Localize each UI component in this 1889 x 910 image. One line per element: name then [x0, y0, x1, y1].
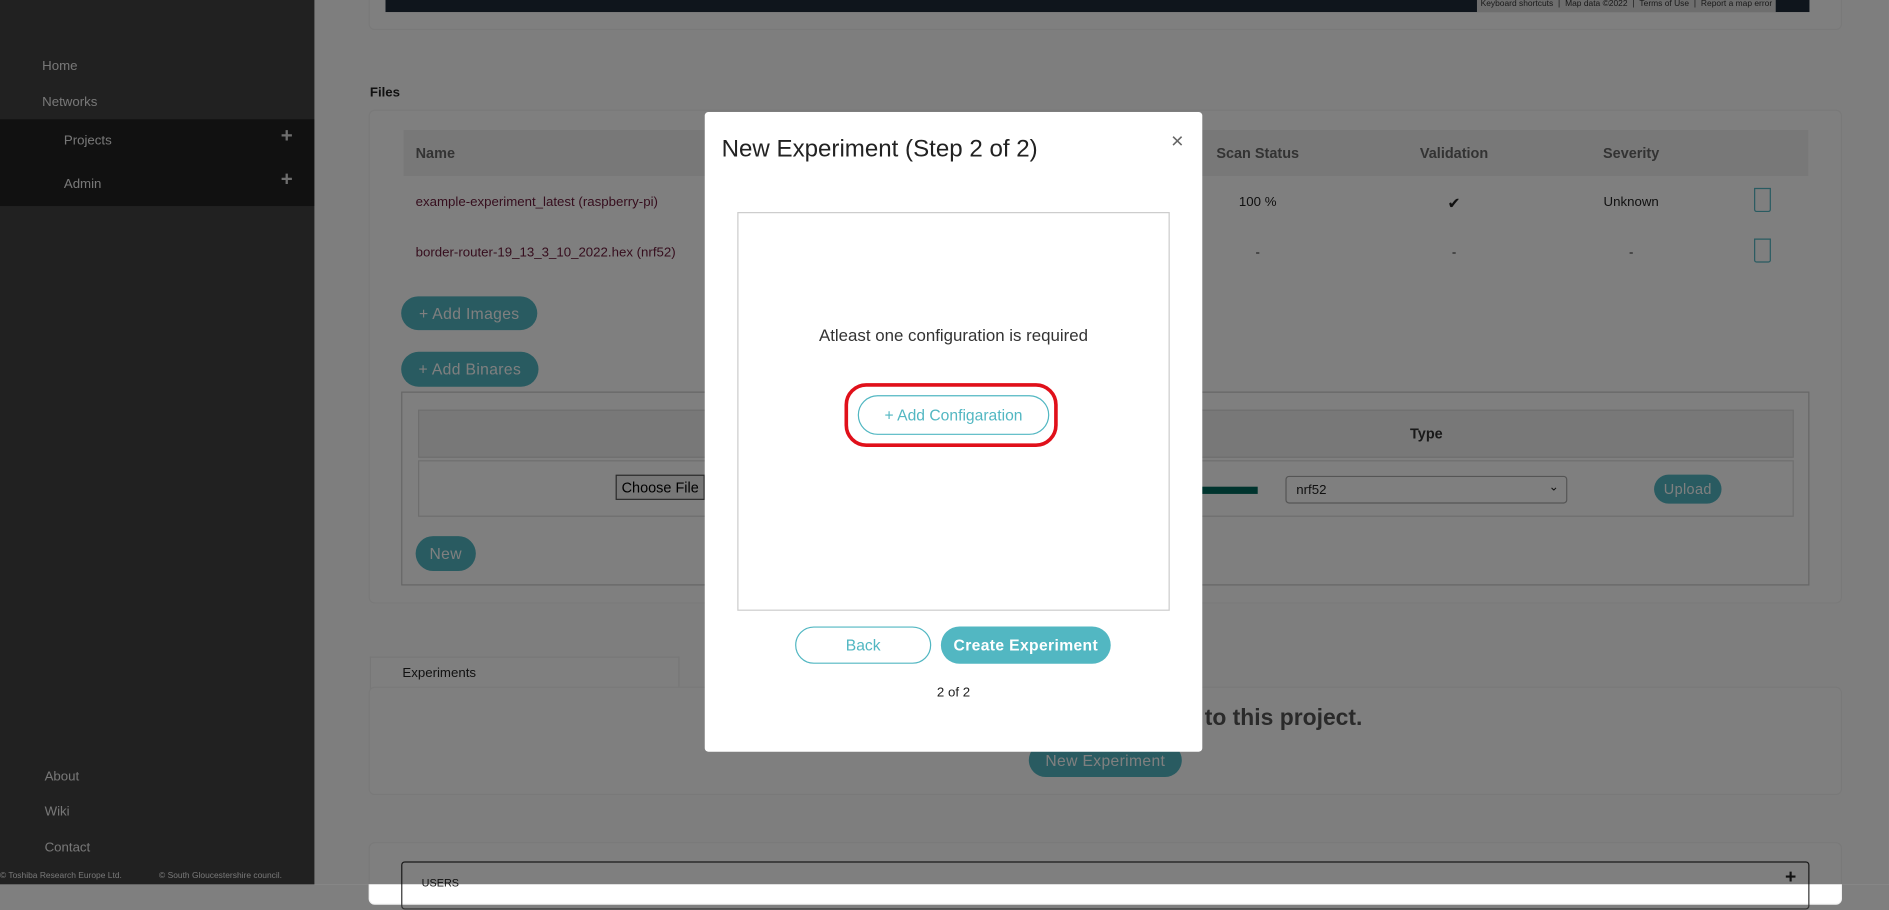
add-configuration-button[interactable]: + Add Configaration — [857, 395, 1050, 435]
config-required-message: Atleast one configuration is required — [818, 325, 1089, 345]
new-experiment-modal: New Experiment (Step 2 of 2) × Atleast o… — [704, 112, 1203, 752]
step-indicator: 2 of 2 — [936, 685, 971, 700]
back-button[interactable]: Back — [795, 626, 932, 664]
create-experiment-button[interactable]: Create Experiment — [940, 626, 1111, 664]
configuration-box: Atleast one configuration is required + … — [737, 212, 1170, 611]
close-icon[interactable]: × — [1171, 129, 1184, 154]
modal-title: New Experiment (Step 2 of 2) — [721, 136, 1038, 163]
